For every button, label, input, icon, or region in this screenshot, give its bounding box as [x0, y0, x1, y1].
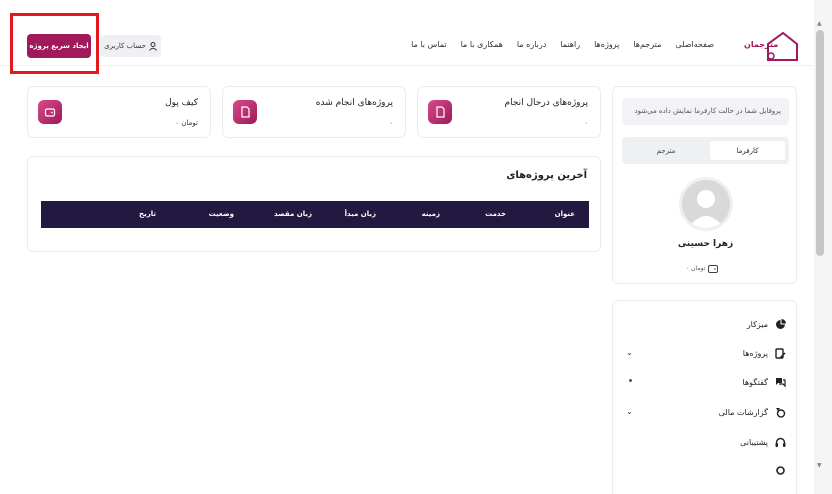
side-menu: میزکار پروژه‌ها ⌄ گفتگوها گزارشات مالی ⌄…	[612, 300, 797, 494]
column-date: تاریخ	[139, 210, 156, 218]
profile-mode-notice: پروفایل شما در حالت کارفرما نمایش داده م…	[622, 98, 789, 125]
highlight-box	[10, 13, 99, 74]
tab-translator[interactable]: مترجم	[626, 141, 706, 160]
stat-title: پروژه‌های درحال انجام	[504, 98, 588, 108]
account-button-label: حساب کاربری	[104, 42, 146, 50]
menu-item-support[interactable]: پشتیبانی	[613, 435, 798, 451]
scroll-down-icon[interactable]: ▼	[817, 462, 822, 469]
column-status: وضعیت	[208, 210, 234, 218]
menu-label: گفتگوها	[742, 378, 768, 387]
profile-name: زهرا حسینی	[677, 239, 734, 249]
avatar	[679, 177, 733, 231]
stat-title: کیف پول	[165, 98, 198, 108]
nav-translators[interactable]: مترجم‌ها	[633, 40, 661, 52]
column-service: خدمت	[485, 210, 506, 218]
column-source-language: زبان مبدأ	[344, 210, 376, 218]
badge-dot	[629, 379, 632, 382]
menu-label: پروژه‌ها	[742, 349, 768, 358]
menu-item-partial[interactable]	[613, 463, 798, 479]
stat-value: ۰	[584, 119, 588, 127]
chevron-down-icon[interactable]: ⌄	[626, 348, 633, 357]
profile-card: پروفایل شما در حالت کارفرما نمایش داده م…	[612, 86, 797, 284]
menu-label: گزارشات مالی	[718, 408, 768, 417]
scrollbar-thumb[interactable]	[816, 30, 824, 256]
menu-label: پشتیبانی	[740, 438, 768, 447]
wallet-icon	[708, 265, 719, 273]
menu-label: میزکار	[746, 320, 768, 329]
document-icon	[428, 100, 452, 124]
user-icon	[148, 41, 157, 51]
nav-cooperation[interactable]: همکاری با ما	[461, 40, 503, 52]
profile-wallet: ۰ تومان	[686, 264, 719, 273]
stat-title: پروژه‌های انجام شده	[315, 98, 393, 108]
projects-icon	[775, 348, 786, 359]
scroll-up-icon[interactable]: ▲	[817, 20, 822, 27]
column-field: زمینه	[421, 210, 440, 218]
document-check-icon	[233, 100, 257, 124]
stat-card-completed: پروژه‌های انجام شده ۰	[222, 86, 406, 138]
nav-about[interactable]: درباره ما	[517, 40, 546, 52]
user-avatar-icon	[682, 180, 730, 228]
nav-guide[interactable]: راهنما	[560, 40, 580, 52]
financial-report-icon	[776, 408, 786, 418]
menu-item-dashboard[interactable]: میزکار	[613, 317, 798, 333]
logo-text[interactable]: مترجمان	[744, 40, 778, 49]
pie-chart-icon	[776, 319, 786, 329]
section-title: آخرین پروژه‌های	[506, 170, 587, 181]
column-title: عنوان	[554, 210, 575, 218]
nav-contact[interactable]: تماس با ما	[411, 40, 447, 52]
settings-icon	[776, 466, 785, 475]
column-target-language: زبان مقصد	[273, 210, 312, 218]
stat-card-wallet: کیف پول ۰ تومان	[27, 86, 211, 138]
tab-employer[interactable]: کارفرما	[710, 141, 785, 160]
stat-card-in-progress: پروژه‌های درحال انجام ۰	[417, 86, 601, 138]
latest-projects-card: آخرین پروژه‌های عنوان خدمت زمینه زبان مب…	[27, 156, 601, 252]
chevron-down-icon[interactable]: ⌄	[626, 407, 633, 416]
nav-projects[interactable]: پروژه‌ها	[594, 40, 619, 52]
chat-icon	[776, 378, 786, 388]
nav-home[interactable]: صفحه‌اصلی	[675, 40, 714, 52]
role-toggle: کارفرما مترجم	[622, 137, 789, 164]
headset-icon	[775, 437, 786, 447]
stat-value: ۰	[389, 119, 393, 127]
wallet-icon	[38, 100, 62, 124]
menu-item-projects[interactable]: پروژه‌ها ⌄	[613, 346, 798, 362]
account-button[interactable]: حساب کاربری	[100, 35, 161, 57]
profile-wallet-value: ۰ تومان	[686, 265, 706, 272]
stat-value: ۰ تومان	[175, 119, 198, 127]
menu-item-chats[interactable]: گفتگوها	[613, 375, 798, 391]
table-header: عنوان خدمت زمینه زبان مبدأ زبان مقصد وضع…	[41, 201, 589, 228]
main-nav: صفحه‌اصلی مترجم‌ها پروژه‌ها راهنما دربار…	[411, 40, 714, 52]
top-bar: مترجمان صفحه‌اصلی مترجم‌ها پروژه‌ها راهن…	[0, 0, 814, 66]
menu-item-financial-reports[interactable]: گزارشات مالی ⌄	[613, 405, 798, 421]
